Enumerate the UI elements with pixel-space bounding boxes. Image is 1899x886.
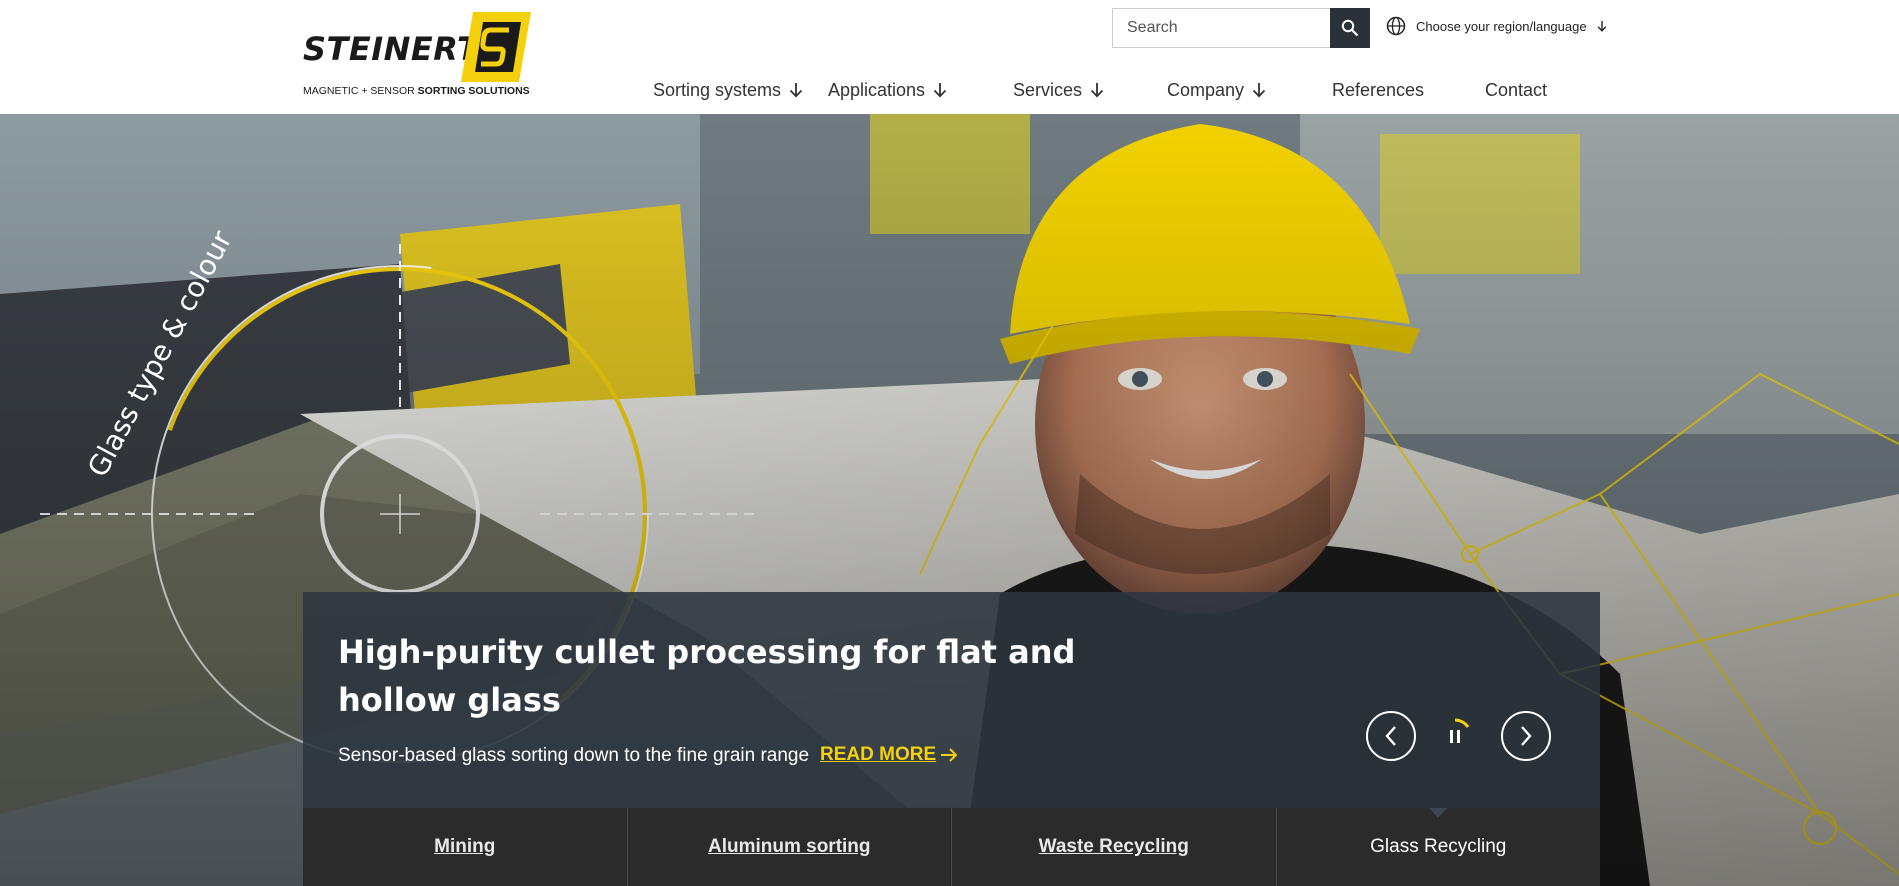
application-tabs: Mining Aluminum sorting Waste Recycling … bbox=[303, 808, 1600, 886]
tab-label: Mining bbox=[434, 836, 496, 857]
search-button[interactable] bbox=[1330, 8, 1370, 48]
steinert-logo[interactable]: STEINERT MAGNETIC + SENSOR SORTING SOLUT… bbox=[303, 12, 535, 98]
tab-label: Glass Recycling bbox=[1370, 836, 1507, 857]
slide-title: High-purity cullet processing for flat a… bbox=[338, 633, 1076, 719]
glass-type-colour-label: Glass type & colour bbox=[81, 229, 239, 482]
nav-item-company[interactable]: Company bbox=[1167, 78, 1332, 102]
pause-icon bbox=[1450, 730, 1453, 743]
arrow-down-icon bbox=[1597, 21, 1606, 32]
arrow-down-icon bbox=[933, 83, 947, 98]
slide-subtitle: Sensor-based glass sorting down to the f… bbox=[338, 745, 810, 766]
nav-item-label: Services bbox=[1013, 79, 1083, 100]
arrow-right-icon bbox=[941, 748, 958, 762]
tab-glass-recycling[interactable]: Glass Recycling bbox=[1277, 808, 1601, 886]
region-label: Choose your region/language bbox=[1416, 18, 1587, 34]
nav-item-label: Contact bbox=[1485, 79, 1548, 100]
slider-prev-button[interactable] bbox=[1366, 711, 1416, 761]
hero-slider: Glass type & colour High-purity cullet p… bbox=[0, 114, 1899, 886]
globe-icon bbox=[1386, 16, 1406, 36]
logo-tagline: MAGNETIC + SENSOR SORTING SOLUTIONS bbox=[303, 85, 530, 97]
nav-item-label: Sorting systems bbox=[653, 79, 782, 100]
nav-item-label: Applications bbox=[828, 79, 926, 100]
tab-mining[interactable]: Mining bbox=[303, 808, 628, 886]
svg-text:Glass type & colour: Glass type & colour bbox=[81, 229, 239, 482]
arrow-down-icon bbox=[1252, 83, 1266, 98]
arrow-down-icon bbox=[789, 83, 803, 98]
tab-aluminum-sorting[interactable]: Aluminum sorting bbox=[628, 808, 952, 886]
logo-s-mark-icon bbox=[461, 12, 531, 82]
nav-item-label: Company bbox=[1167, 79, 1245, 100]
chevron-left-icon bbox=[1385, 726, 1396, 746]
tab-waste-recycling[interactable]: Waste Recycling bbox=[952, 808, 1277, 886]
logo-wordmark: STEINERT bbox=[303, 30, 480, 68]
nav-item-label: References bbox=[1332, 79, 1425, 100]
arrow-down-icon bbox=[1090, 83, 1104, 98]
nav-item-references[interactable]: References bbox=[1332, 78, 1485, 102]
nav-item-services[interactable]: Services bbox=[1013, 78, 1167, 102]
read-more-link[interactable]: READ MORE bbox=[820, 744, 958, 766]
slider-next-button[interactable] bbox=[1501, 711, 1551, 761]
search-input[interactable] bbox=[1112, 8, 1330, 48]
nav-item-applications[interactable]: Applications bbox=[828, 78, 1013, 102]
slide-caption-panel: High-purity cullet processing for flat a… bbox=[303, 592, 1600, 808]
site-header: STEINERT MAGNETIC + SENSOR SORTING SOLUT… bbox=[0, 0, 1899, 114]
chevron-right-icon bbox=[1521, 726, 1532, 746]
read-more-label: READ MORE bbox=[820, 744, 937, 765]
search-form bbox=[1112, 8, 1370, 48]
tab-label: Aluminum sorting bbox=[707, 836, 871, 857]
nav-item-contact[interactable]: Contact bbox=[1485, 78, 1547, 102]
region-language-selector[interactable]: Choose your region/language bbox=[1386, 16, 1607, 36]
slider-pause-button[interactable] bbox=[1435, 716, 1475, 756]
tab-label: Waste Recycling bbox=[1038, 836, 1189, 857]
main-nav: Sorting systems Applications Services Co… bbox=[653, 78, 1547, 102]
nav-item-sorting-systems[interactable]: Sorting systems bbox=[653, 78, 828, 102]
search-icon bbox=[1341, 19, 1359, 37]
